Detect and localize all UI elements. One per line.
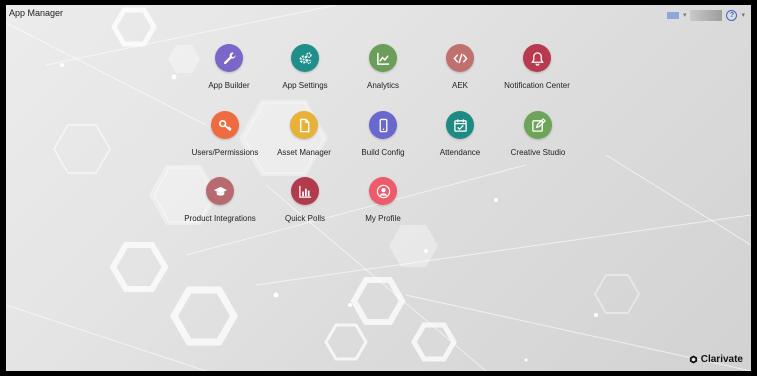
- app-manager-home: App Manager ▾ ? ▾ App Builder App Settin…: [6, 5, 751, 371]
- tile-label: Notification Center: [504, 81, 570, 90]
- tile-label: My Profile: [365, 214, 401, 223]
- tile-product-integrations[interactable]: Product Integrations: [174, 177, 266, 223]
- app-title: App Manager: [9, 8, 64, 18]
- tile-label: Creative Studio: [510, 148, 566, 157]
- clarivate-logo-icon: [689, 355, 697, 364]
- key-icon: [211, 111, 239, 139]
- top-right-controls: ▾ ? ▾: [666, 9, 745, 21]
- window-frame: App Manager ▾ ? ▾ App Builder App Settin…: [0, 0, 757, 376]
- edit-icon: [524, 111, 552, 139]
- tile-creative-studio[interactable]: Creative Studio: [492, 111, 584, 157]
- gears-icon: [291, 44, 319, 72]
- file-icon: [290, 111, 318, 139]
- calendar-check-icon: [446, 111, 474, 139]
- help-icon[interactable]: ?: [726, 9, 738, 21]
- graduation-cap-icon: [206, 177, 234, 205]
- tile-label: Product Integrations: [184, 214, 256, 223]
- user-circle-icon: [369, 177, 397, 205]
- wrench-icon: [215, 44, 243, 72]
- user-menu[interactable]: [690, 9, 723, 21]
- chevron-down-icon[interactable]: ▾: [741, 11, 745, 19]
- language-flag-icon[interactable]: [666, 11, 679, 19]
- chevron-down-icon[interactable]: ▾: [683, 11, 687, 19]
- brand-name: Clarivate: [700, 354, 743, 365]
- code-icon: [446, 44, 474, 72]
- mobile-icon: [369, 111, 397, 139]
- tile-notification-center[interactable]: Notification Center: [491, 44, 583, 90]
- brand-logo: Clarivate: [689, 354, 743, 365]
- top-bar: App Manager ▾ ? ▾: [6, 5, 751, 25]
- tile-my-profile[interactable]: My Profile: [337, 177, 429, 223]
- bar-chart-icon: [291, 177, 319, 205]
- bell-icon: [523, 44, 551, 72]
- line-chart-icon: [369, 44, 397, 72]
